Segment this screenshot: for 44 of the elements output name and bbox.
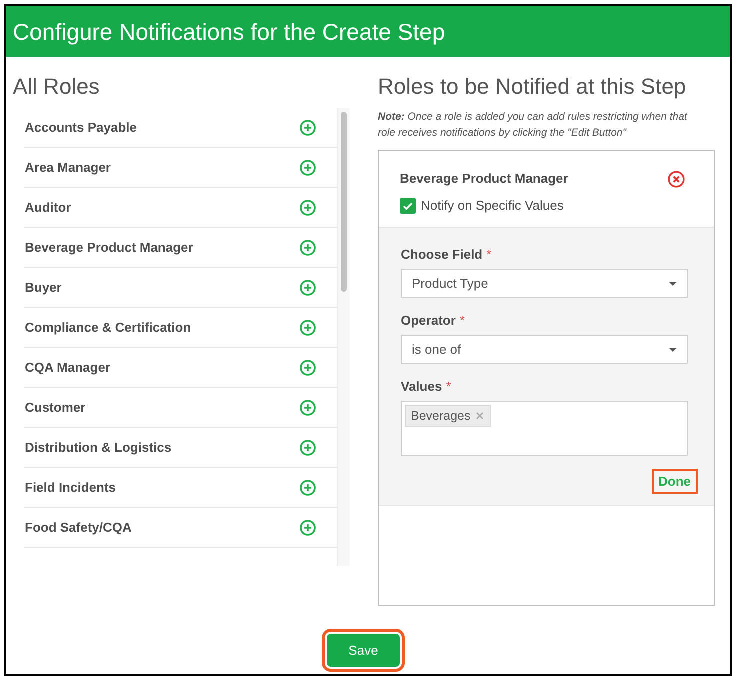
role-name[interactable]: Beverage Product Manager — [25, 238, 194, 258]
role-name[interactable]: Auditor — [25, 198, 72, 218]
plus-circle-icon[interactable] — [300, 280, 316, 296]
plus-circle-icon[interactable] — [300, 160, 316, 176]
role-name[interactable]: Area Manager — [25, 158, 111, 178]
role-title: Beverage Product Manager — [400, 171, 568, 187]
plus-circle-icon[interactable] — [300, 520, 316, 536]
caret-icon — [669, 348, 677, 352]
required-mark: * — [446, 379, 452, 395]
role-name[interactable]: Distribution & Logistics — [25, 438, 172, 458]
plus-circle-icon[interactable] — [300, 240, 316, 256]
checkbox[interactable] — [400, 198, 416, 214]
field-label: Values — [401, 379, 442, 395]
field-label: Choose Field — [401, 247, 483, 263]
plus-circle-icon[interactable] — [300, 400, 316, 416]
tags-field[interactable]: Beverages — [401, 401, 688, 456]
role-name[interactable]: Compliance & Certification — [25, 318, 192, 338]
role-name[interactable]: Field Incidents — [25, 478, 116, 498]
scrollbar-thumb[interactable] — [341, 112, 347, 292]
plus-circle-icon[interactable] — [300, 480, 316, 496]
role-name[interactable]: Customer — [25, 398, 86, 418]
section-heading: Roles to be Notified at this Step — [378, 73, 688, 101]
caret-icon — [669, 282, 677, 286]
role-name[interactable]: Buyer — [25, 278, 62, 298]
role-name[interactable]: CQA Manager — [25, 358, 110, 378]
note-text: Note: Once a role is added you can add rules restricting when that role receives notifications by clicking the "Edit Button" — [378, 110, 689, 141]
remove-icon[interactable] — [476, 412, 484, 420]
dialog-title: Configure Notifications for the Create Step — [13, 18, 446, 46]
plus-circle-icon[interactable] — [300, 320, 316, 336]
plus-circle-icon[interactable] — [300, 200, 316, 216]
checkbox-label: Notify on Specific Values — [421, 198, 564, 214]
role-name[interactable]: Accounts Payable — [25, 118, 137, 138]
tag-label: Beverages — [411, 408, 471, 425]
plus-circle-icon[interactable] — [300, 440, 316, 456]
plus-circle-icon[interactable] — [300, 360, 316, 376]
required-mark: * — [460, 313, 465, 329]
dropdown-field[interactable]: is one of — [401, 335, 688, 364]
dropdown-field[interactable]: Product Type — [401, 269, 688, 298]
section-heading: All Roles — [13, 73, 101, 101]
required-mark: * — [486, 247, 492, 263]
role-name[interactable]: Food Safety/CQA — [25, 518, 132, 538]
field-label: Operator — [401, 313, 456, 329]
close-icon[interactable] — [668, 170, 685, 188]
plus-circle-icon[interactable] — [300, 120, 316, 136]
